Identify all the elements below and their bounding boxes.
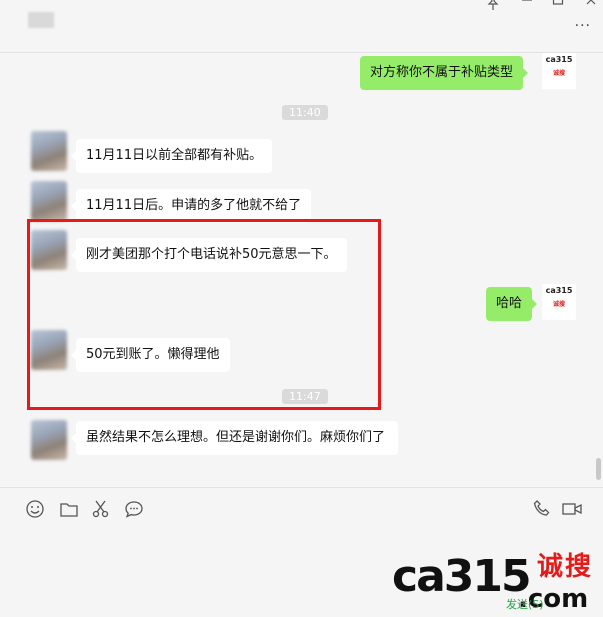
watermark-brand: ca315 xyxy=(392,551,532,602)
maximize-icon[interactable] xyxy=(549,0,567,12)
title-bar: ··· xyxy=(0,0,603,53)
my-avatar[interactable]: ca315 诚搜 xyxy=(542,284,576,320)
pin-icon[interactable] xyxy=(484,0,502,12)
watermark-cn-text: 诚搜 xyxy=(537,552,594,582)
chat-history-icon[interactable] xyxy=(124,499,144,519)
watermark-logo: ca315 xyxy=(392,551,532,602)
close-icon[interactable] xyxy=(582,0,600,12)
more-options-button[interactable]: ··· xyxy=(575,18,591,34)
folder-icon[interactable] xyxy=(59,499,79,519)
video-call-icon[interactable] xyxy=(561,499,582,519)
message-bubble-incoming[interactable]: 11月11日后。申请的多了他就不给了 xyxy=(70,189,312,223)
avatar-text: ca315 xyxy=(545,55,573,64)
message-bubble-outgoing[interactable]: 哈哈 xyxy=(486,287,538,321)
scissors-icon[interactable] xyxy=(91,499,111,519)
avatar-sub: 诚搜 xyxy=(552,70,565,77)
contact-avatar[interactable] xyxy=(31,131,67,171)
avatar-text: ca315 xyxy=(545,286,573,295)
chat-title-blurred xyxy=(28,12,54,28)
message-bubble-incoming[interactable]: 11月11日以前全部都有补贴。 xyxy=(70,139,273,173)
highlight-annotation-box xyxy=(27,219,381,410)
phone-icon[interactable] xyxy=(532,499,552,519)
chat-scrollbar[interactable] xyxy=(596,458,601,480)
message-bubble-outgoing[interactable]: 对方称你不属于补贴类型 xyxy=(360,56,529,90)
input-divider xyxy=(0,487,603,488)
timestamp: 11:40 xyxy=(282,105,328,120)
minimize-icon[interactable] xyxy=(518,0,536,12)
my-avatar[interactable]: ca315 诚搜 xyxy=(542,53,576,89)
message-bubble-incoming[interactable]: 虽然结果不怎么理想。但还是谢谢你们。麻烦你们了 xyxy=(71,421,398,455)
contact-avatar[interactable] xyxy=(31,181,67,221)
send-button[interactable]: 发送(S) xyxy=(506,596,544,612)
avatar-sub: 诚搜 xyxy=(552,301,565,308)
contact-avatar[interactable] xyxy=(31,420,67,460)
emoji-icon[interactable] xyxy=(25,499,45,519)
